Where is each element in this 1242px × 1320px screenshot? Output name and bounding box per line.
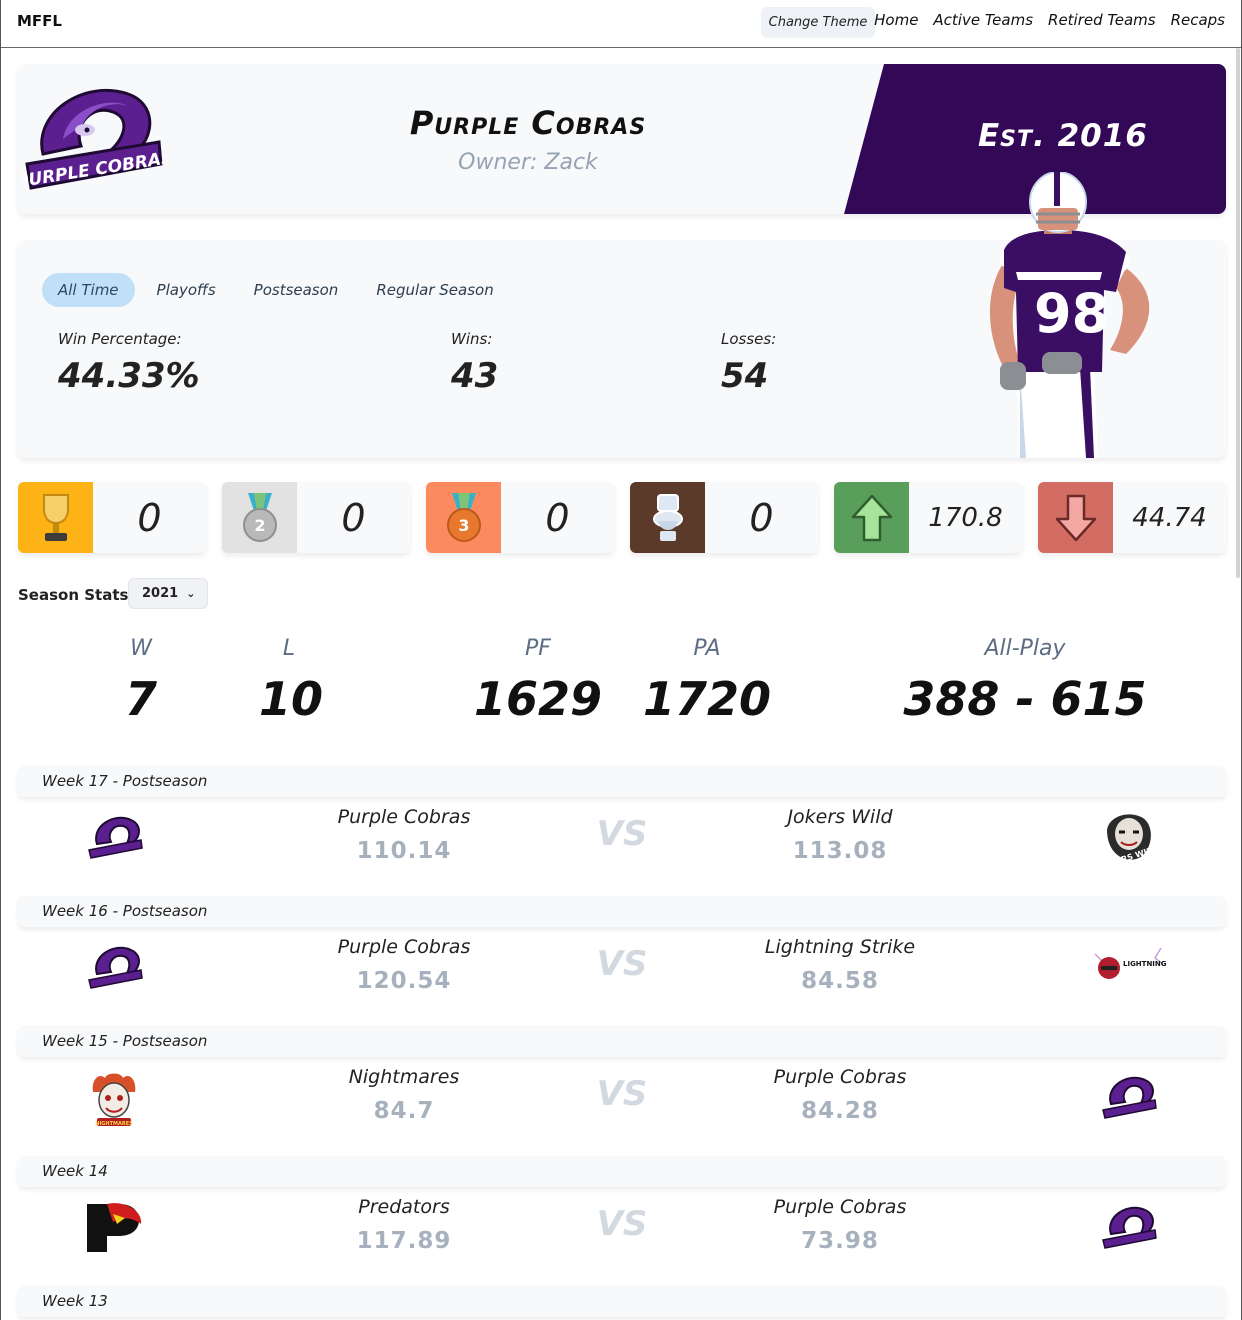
losses-value: 54 [721, 356, 769, 396]
last-place-count: 0 [749, 495, 774, 540]
away-team-name[interactable]: Lightning Strike [715, 936, 965, 958]
vs-text: VS [596, 944, 648, 984]
season-pa-value: 1720 [642, 672, 772, 726]
home-team-score: 84.7 [373, 1098, 435, 1124]
record-tabs: All Time Playoffs Postseason Regular Sea… [42, 273, 510, 307]
season-allplay-header: All-Play [984, 636, 1066, 661]
vs-text: VS [596, 1204, 648, 1244]
tab-regular-season[interactable]: Regular Season [360, 273, 509, 307]
championships-count: 0 [137, 495, 162, 540]
team-owner: Owner: Zack [458, 150, 598, 175]
week-header: Week 17 - Postseason [18, 766, 1226, 797]
last-place-tile: 0 [630, 482, 818, 553]
season-stats-label: Season Stats: [18, 586, 135, 604]
away-team-score: 84.58 [801, 968, 879, 994]
season-w-value: 7 [124, 672, 157, 726]
change-theme-button[interactable]: Change Theme [761, 7, 875, 38]
championships-tile: 0 [18, 482, 206, 553]
logo-text: NIGHTMARES [95, 1121, 133, 1127]
away-team-score: 84.28 [801, 1098, 879, 1124]
home-team-name[interactable]: Purple Cobras [279, 806, 529, 828]
wins-label: Wins: [451, 330, 493, 348]
low-score-value: 44.74 [1132, 502, 1207, 533]
tab-all-time[interactable]: All Time [42, 273, 135, 307]
arrow-up-icon [834, 482, 909, 553]
season-pf-header: PF [525, 636, 551, 661]
silver-medal-icon: 2 [222, 482, 297, 553]
week-header: Week 14 [18, 1156, 1226, 1187]
cobra-logo-icon[interactable] [87, 814, 143, 866]
season-pf-value: 1629 [473, 672, 603, 726]
cobra-logo-icon: PURPLE COBRAS [15, 84, 175, 200]
nav-link-retired-teams[interactable]: Retired Teams [1048, 11, 1156, 29]
jersey-number: 98 [1034, 282, 1109, 345]
away-team-name[interactable]: Purple Cobras [715, 1066, 965, 1088]
vs-text: VS [596, 1074, 648, 1114]
cobra-logo-icon[interactable] [1101, 1204, 1157, 1256]
home-team-name[interactable]: Purple Cobras [279, 936, 529, 958]
season-w-header: W [130, 636, 152, 661]
home-team-score: 120.54 [356, 968, 452, 994]
tab-postseason[interactable]: Postseason [238, 273, 355, 307]
scrollbar[interactable] [1236, 48, 1240, 578]
logo-text: LIGHTNING STRIKE [1123, 960, 1169, 968]
lightning-logo-icon[interactable]: LIGHTNING STRIKE [1091, 944, 1197, 998]
home-team-name[interactable]: Predators [279, 1196, 529, 1218]
away-team-score: 113.08 [792, 838, 888, 864]
predator-logo-icon[interactable] [83, 1200, 145, 1258]
away-team-score: 73.98 [801, 1228, 879, 1254]
svg-text:3: 3 [458, 516, 469, 535]
nav-link-home[interactable]: Home [874, 11, 918, 29]
season-l-header: L [282, 636, 296, 661]
clown-logo-icon[interactable]: NIGHTMARES [89, 1070, 139, 1132]
win-percentage-value: 44.33% [58, 356, 200, 396]
chevron-down-icon: ⌄ [186, 587, 196, 600]
high-score-tile: 170.8 [834, 482, 1022, 553]
trophy-icon [18, 482, 93, 553]
season-pa-header: PA [693, 636, 721, 661]
arrow-down-icon [1038, 482, 1113, 553]
third-place-tile: 3 0 [426, 482, 614, 553]
wins-value: 43 [451, 356, 499, 396]
runner-up-count: 0 [341, 495, 366, 540]
vs-text: VS [596, 814, 648, 854]
week-header: Week 15 - Postseason [18, 1026, 1226, 1057]
season-select[interactable]: 2021 ⌄ [128, 578, 208, 609]
team-name: Purple Cobras [409, 104, 647, 142]
football-player-illustration: 98 [976, 171, 1166, 462]
home-team-name[interactable]: Nightmares [279, 1066, 529, 1088]
week-header: Week 13 [18, 1286, 1226, 1317]
losses-label: Losses: [721, 330, 777, 348]
cobra-logo-icon[interactable] [1101, 1074, 1157, 1126]
bronze-medal-icon: 3 [426, 482, 501, 553]
brand-logo[interactable]: MFFL [17, 12, 62, 30]
season-select-value: 2021 [142, 586, 179, 601]
nav-link-recaps[interactable]: Recaps [1171, 11, 1225, 29]
away-team-name[interactable]: Purple Cobras [715, 1196, 965, 1218]
season-l-value: 10 [258, 672, 323, 726]
third-place-count: 0 [545, 495, 570, 540]
win-percentage-label: Win Percentage: [58, 330, 182, 348]
page: MFFL Change Theme Home Active Teams Reti… [0, 0, 1242, 1320]
nav-links: Home Active Teams Retired Teams Recaps [874, 11, 1225, 29]
toilet-icon [630, 482, 705, 553]
season-allplay-value: 388 - 615 [903, 672, 1147, 726]
low-score-tile: 44.74 [1038, 482, 1226, 553]
high-score-value: 170.8 [928, 502, 1003, 533]
home-team-score: 110.14 [356, 838, 452, 864]
cobra-logo-icon[interactable] [87, 944, 143, 996]
week-header: Week 16 - Postseason [18, 896, 1226, 927]
tab-playoffs[interactable]: Playoffs [141, 273, 232, 307]
runner-up-tile: 2 0 [222, 482, 410, 553]
away-team-name[interactable]: Jokers Wild [715, 806, 965, 828]
nav-link-active-teams[interactable]: Active Teams [933, 11, 1033, 29]
navbar: MFFL Change Theme Home Active Teams Reti… [1, 0, 1241, 48]
svg-text:2: 2 [254, 516, 265, 535]
home-team-score: 117.89 [356, 1228, 452, 1254]
joker-logo-icon[interactable]: JOKERS WILD [1099, 810, 1160, 871]
